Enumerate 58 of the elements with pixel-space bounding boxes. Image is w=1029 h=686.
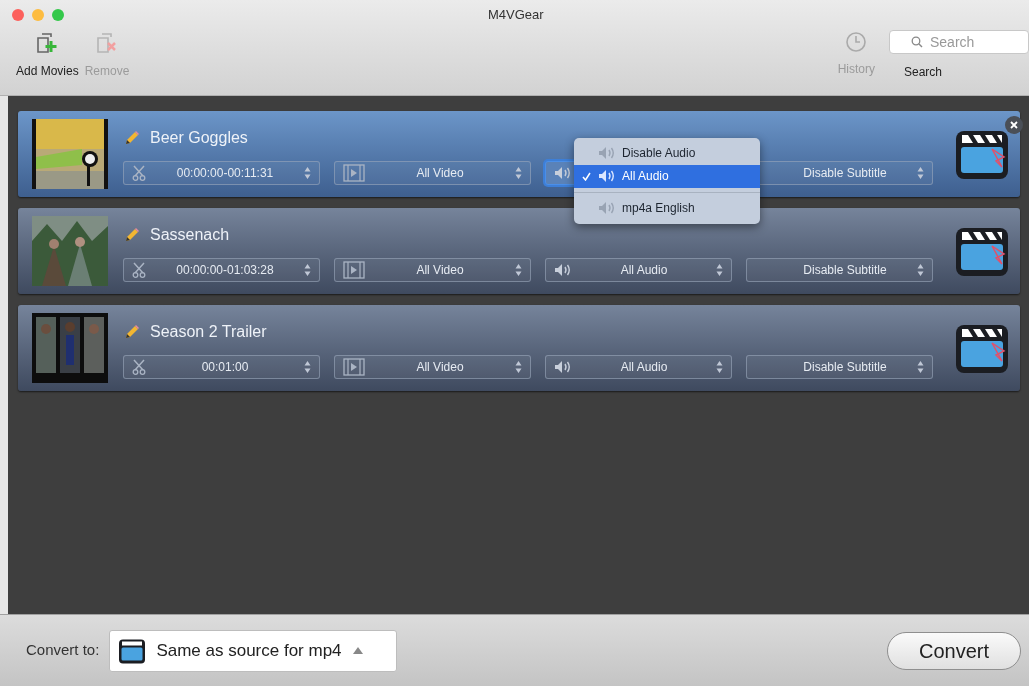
film-icon — [343, 357, 365, 376]
stepper-icon — [716, 359, 723, 374]
dropdown-field[interactable]: All Video — [334, 160, 531, 185]
stepper-icon — [917, 359, 924, 374]
pencil-icon[interactable] — [124, 226, 140, 243]
stepper-icon — [515, 359, 522, 374]
clock-icon — [844, 30, 869, 54]
dropdown-field[interactable]: 00:00:00-00:11:31 — [123, 160, 320, 185]
stepper-icon — [917, 262, 924, 277]
dropdown-field[interactable]: All Audio — [545, 257, 732, 282]
scissors-icon — [132, 358, 146, 375]
dropdown-field[interactable]: All Video — [334, 257, 531, 282]
movie-row[interactable]: Season 2 Trailer 00:01:00 All Video All Audio Disable Subtitle — [18, 305, 1020, 391]
menu-item-label: All Audio — [622, 168, 669, 185]
speaker-icon — [554, 165, 572, 180]
search-field[interactable]: Search — [889, 30, 1029, 54]
pencil-icon[interactable] — [124, 129, 140, 146]
speaker-icon — [554, 359, 572, 374]
scissors-icon — [132, 164, 146, 181]
dropdown-field[interactable]: All Audio — [545, 354, 732, 379]
speaker-icon — [598, 201, 616, 215]
checkmark-icon — [581, 171, 591, 181]
dropdown-field[interactable]: All Video — [334, 354, 531, 379]
convert-button[interactable]: Convert — [887, 631, 1021, 670]
convert-to-label: Convert to: — [26, 640, 100, 661]
caret-icon — [351, 646, 364, 655]
menu-item[interactable]: All Audio — [574, 164, 760, 188]
stepper-icon — [917, 165, 924, 180]
stepper-icon — [304, 262, 311, 277]
add-movies-button[interactable]: Add Movies — [16, 30, 79, 80]
pencil-icon[interactable] — [124, 323, 140, 340]
zoom-window-button[interactable] — [52, 9, 64, 21]
stepper-icon — [304, 165, 311, 180]
search-icon — [911, 36, 923, 48]
stepper-icon — [304, 359, 311, 374]
movie-title: Beer Goggles — [150, 127, 248, 148]
window-title: M4VGear — [488, 6, 544, 25]
close-button[interactable] — [1005, 116, 1023, 134]
movie-title: Season 2 Trailer — [150, 321, 267, 342]
speaker-icon — [598, 146, 616, 160]
dropdown-field[interactable]: Disable Subtitle — [746, 354, 933, 379]
dropdown-field[interactable]: 00:00:00-01:03:28 — [123, 257, 320, 282]
stepper-icon — [716, 262, 723, 277]
scissors-icon — [132, 261, 146, 278]
film-icon — [343, 260, 365, 279]
close-icon — [1010, 121, 1018, 129]
menu-item-label: Disable Audio — [622, 145, 696, 162]
film-icon — [343, 163, 365, 182]
speaker-icon — [598, 169, 616, 183]
speaker-icon — [554, 262, 572, 277]
stepper-icon — [515, 165, 522, 180]
stepper-icon — [515, 262, 522, 277]
format-dropdown[interactable]: Same as source for mp4 — [109, 629, 398, 672]
search-label: Search — [904, 64, 943, 81]
dropdown-field[interactable]: 00:01:00 — [123, 354, 320, 379]
dropdown-field[interactable]: Disable Subtitle — [746, 257, 933, 282]
close-window-button[interactable] — [12, 9, 24, 21]
movie-title: Sassenach — [150, 224, 230, 245]
